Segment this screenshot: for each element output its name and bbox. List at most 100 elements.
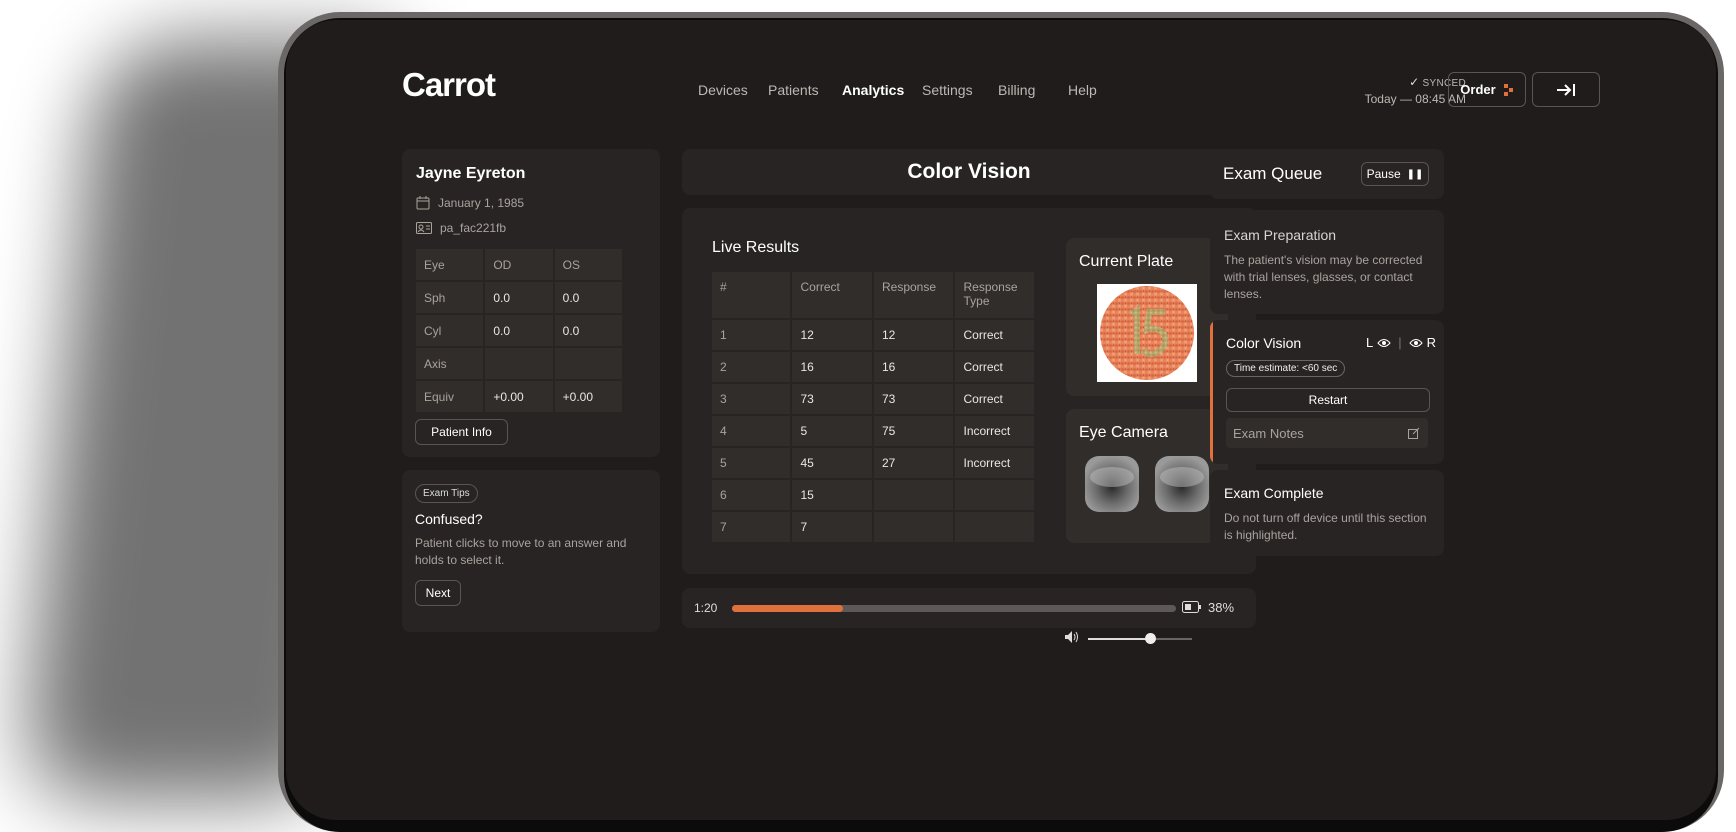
table-row: Eye OD OS bbox=[416, 249, 622, 280]
exam-queue-header: Exam Queue Pause ❚❚ bbox=[1210, 149, 1444, 199]
patient-info-button[interactable]: Patient Info bbox=[415, 419, 508, 445]
nav-item-analytics[interactable]: Analytics bbox=[842, 82, 904, 98]
table-header: OD bbox=[485, 249, 553, 280]
volume-fill bbox=[1088, 638, 1151, 640]
table-cell: Axis bbox=[416, 348, 484, 379]
exam-queue-title: Exam Queue bbox=[1223, 164, 1323, 183]
table-header: # bbox=[712, 272, 791, 318]
table-cell: 2 bbox=[712, 352, 791, 382]
battery-level: 38% bbox=[1208, 600, 1235, 615]
results-table: # Correct Response Response Type 1 12 12 Co… bbox=[710, 270, 1036, 544]
left-eye-label: L bbox=[1366, 335, 1374, 350]
table-header: Response Type bbox=[955, 272, 1034, 318]
table-cell: Incorrect bbox=[955, 448, 1034, 478]
table-cell: 16 bbox=[873, 352, 954, 382]
eye-icon bbox=[1408, 338, 1423, 347]
table-cell: 0.0 bbox=[554, 282, 622, 313]
queue-item-exam-complete[interactable]: Exam Complete Do not turn off device unt… bbox=[1210, 470, 1444, 556]
queue-item-title: Color Vision bbox=[1226, 335, 1302, 351]
live-results-panel: Live Results # Correct Response Response… bbox=[682, 208, 1256, 574]
exam-progress-bar[interactable] bbox=[732, 605, 1176, 612]
queue-item-title: Exam Preparation bbox=[1224, 227, 1337, 243]
table-cell: 6 bbox=[712, 480, 791, 510]
left-eye-feed bbox=[1085, 456, 1139, 512]
table-cell: 15 bbox=[792, 480, 872, 510]
table-cell bbox=[554, 348, 622, 379]
table-cell: Incorrect bbox=[955, 416, 1034, 446]
current-plate-title: Current Plate bbox=[1079, 253, 1174, 270]
exam-title-bar: Color Vision bbox=[682, 149, 1256, 195]
elapsed-time: 1:20 bbox=[694, 601, 718, 615]
next-button[interactable]: Next bbox=[415, 580, 461, 606]
logout-button[interactable] bbox=[1532, 72, 1600, 107]
table-row: Axis bbox=[416, 348, 622, 379]
exam-player-bar: 1:20 38% bbox=[682, 588, 1256, 628]
order-button[interactable]: Order bbox=[1448, 72, 1526, 107]
table-row: 3 73 73 Correct bbox=[712, 384, 1034, 414]
eye-icon bbox=[1377, 338, 1391, 347]
table-header: Response bbox=[873, 272, 954, 318]
queue-item-exam-preparation[interactable]: Exam Preparation The patient's vision ma… bbox=[1210, 210, 1444, 314]
queue-item-body: The patient's vision may be corrected wi… bbox=[1224, 253, 1423, 301]
table-cell: Sph bbox=[416, 282, 484, 313]
app-screen: Carrot Devices Patients Analytics Settin… bbox=[286, 20, 1716, 820]
eye-camera-title: Eye Camera bbox=[1079, 424, 1168, 441]
nav-item-billing[interactable]: Billing bbox=[998, 82, 1035, 98]
queue-item-color-vision[interactable]: Color Vision L | R Time estimate: <60 se… bbox=[1210, 320, 1444, 464]
table-cell: +0.00 bbox=[554, 381, 622, 412]
pause-button[interactable]: Pause ❚❚ bbox=[1361, 162, 1429, 186]
table-header: Correct bbox=[792, 272, 872, 318]
queue-item-title: Exam Complete bbox=[1224, 485, 1324, 501]
table-row: 6 15 bbox=[712, 480, 1034, 510]
exam-progress-fill bbox=[732, 605, 843, 612]
eye-selector[interactable]: L | R bbox=[1366, 335, 1436, 350]
table-row: Sph 0.0 0.0 bbox=[416, 282, 622, 313]
table-cell bbox=[955, 512, 1034, 542]
table-cell: +0.00 bbox=[485, 381, 553, 412]
table-row: 2 16 16 Correct bbox=[712, 352, 1034, 382]
table-cell: 0.0 bbox=[485, 315, 553, 346]
right-eye-feed bbox=[1155, 456, 1209, 512]
tips-body: Patient clicks to move to an answer and … bbox=[415, 536, 627, 567]
ishihara-plate-image bbox=[1097, 284, 1197, 382]
nav-item-settings[interactable]: Settings bbox=[922, 82, 973, 98]
table-cell bbox=[485, 348, 553, 379]
order-dots-icon bbox=[1503, 83, 1513, 96]
prescription-table: Eye OD OS Sph 0.0 0.0 Cyl 0.0 0.0 Axis E… bbox=[414, 247, 624, 414]
queue-item-body: Do not turn off device until this sectio… bbox=[1224, 511, 1427, 542]
table-cell: 0.0 bbox=[554, 315, 622, 346]
nav-item-patients[interactable]: Patients bbox=[768, 82, 819, 98]
live-results-title: Live Results bbox=[712, 239, 800, 256]
table-cell: 4 bbox=[712, 416, 791, 446]
patient-dob-row: January 1, 1985 bbox=[416, 196, 524, 210]
table-cell: 5 bbox=[792, 416, 872, 446]
table-cell: 73 bbox=[873, 384, 954, 414]
volume-icon[interactable] bbox=[1064, 630, 1080, 644]
eye-camera-card: Eye Camera bbox=[1066, 409, 1228, 543]
table-row: Equiv +0.00 +0.00 bbox=[416, 381, 622, 412]
patient-card: Jayne Eyreton January 1, 1985 pa_fac221f… bbox=[402, 149, 660, 457]
table-cell: Correct bbox=[955, 352, 1034, 382]
patient-id: pa_fac221fb bbox=[440, 221, 507, 235]
table-cell: 5 bbox=[712, 448, 791, 478]
current-plate-card: Current Plate bbox=[1066, 238, 1228, 396]
id-card-icon bbox=[416, 222, 432, 234]
edit-icon[interactable] bbox=[1408, 427, 1420, 439]
table-cell: 73 bbox=[792, 384, 872, 414]
restart-button[interactable]: Restart bbox=[1226, 388, 1430, 412]
table-row: 5 45 27 Incorrect bbox=[712, 448, 1034, 478]
nav-item-help[interactable]: Help bbox=[1068, 82, 1097, 98]
tips-title: Confused? bbox=[415, 511, 483, 527]
exam-notes-label: Exam Notes bbox=[1233, 426, 1304, 441]
table-row: Cyl 0.0 0.0 bbox=[416, 315, 622, 346]
volume-knob[interactable] bbox=[1145, 633, 1157, 644]
table-header-row: # Correct Response Response Type bbox=[712, 272, 1034, 318]
volume-slider[interactable] bbox=[1088, 638, 1192, 640]
table-cell: Correct bbox=[955, 320, 1034, 350]
exam-notes-field[interactable]: Exam Notes bbox=[1226, 418, 1428, 448]
table-cell: 16 bbox=[792, 352, 872, 382]
nav-item-devices[interactable]: Devices bbox=[698, 82, 748, 98]
right-eye-label: R bbox=[1426, 335, 1437, 350]
table-cell bbox=[955, 480, 1034, 510]
table-cell: Cyl bbox=[416, 315, 484, 346]
